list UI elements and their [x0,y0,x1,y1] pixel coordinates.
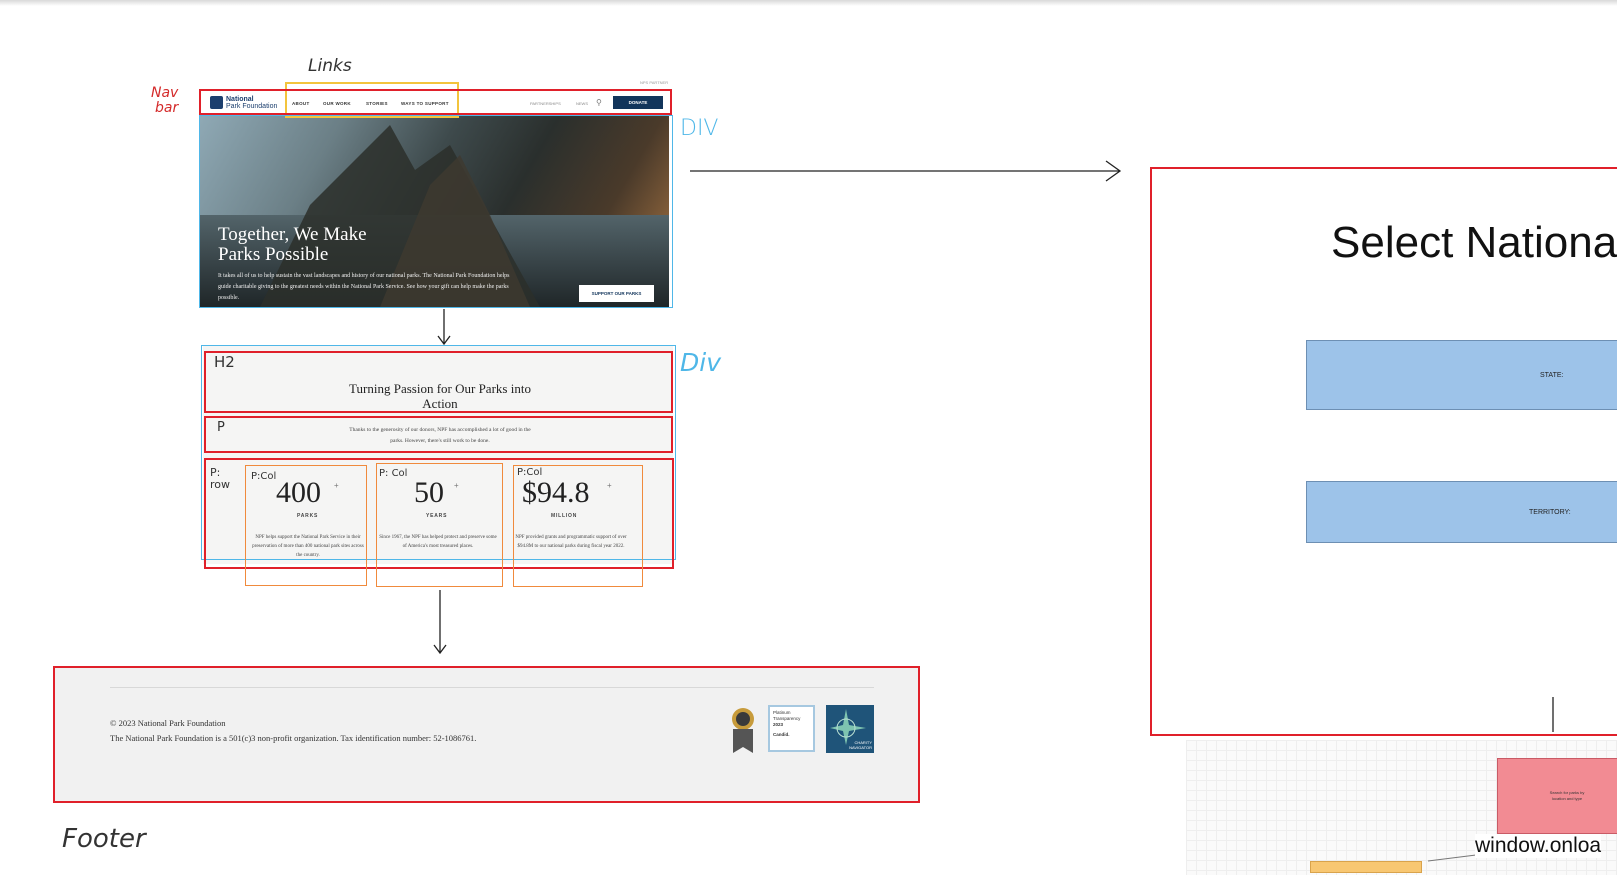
flow-yellow-box [1310,861,1422,873]
window-onload-label: window.onloa [1475,834,1602,858]
flow-connector [1427,851,1501,862]
